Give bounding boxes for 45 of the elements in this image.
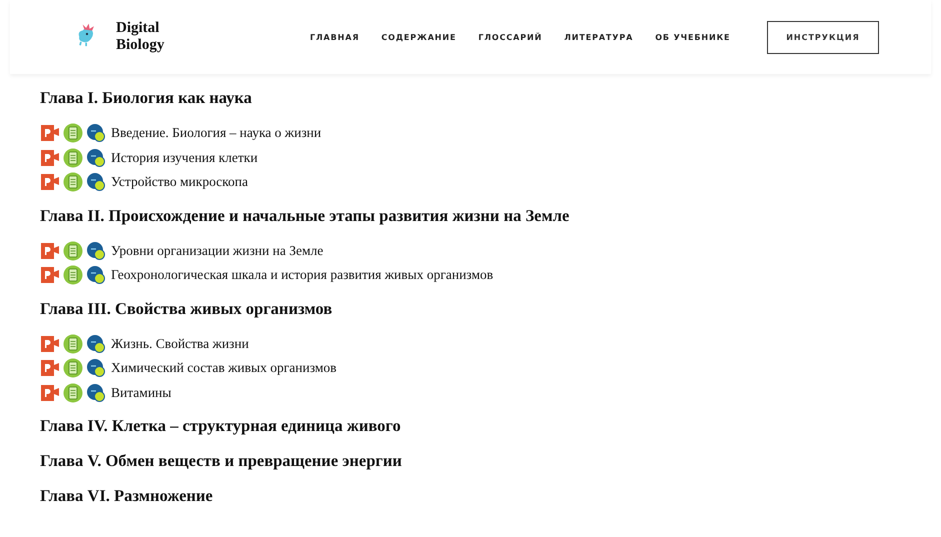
lesson-link[interactable]: История изучения клетки xyxy=(111,150,258,166)
chapter-heading: Глава IV. Клетка – структурная единица живого xyxy=(40,416,402,436)
lesson-link[interactable]: Введение. Биология – наука о жизни xyxy=(111,125,322,142)
lesson-link[interactable]: Геохронологическая шкала и история развития живых организмов xyxy=(111,267,494,284)
chapter-heading: Глава III. Свойства живых организмов xyxy=(40,298,334,318)
clipboard-icon[interactable] xyxy=(63,265,83,286)
site-title[interactable]: Digital Biology xyxy=(116,20,164,54)
chat-icon[interactable] xyxy=(86,148,106,168)
nav-link[interactable]: ГЛАВНАЯ xyxy=(310,32,360,42)
chapter-heading: Глава VI. Размножение xyxy=(40,486,214,506)
lesson-link[interactable]: Жизнь. Свойства жизни xyxy=(111,336,249,352)
nav-link[interactable]: ОБ УЧЕБНИКЕ xyxy=(655,32,730,42)
presentation-icon[interactable] xyxy=(40,334,60,354)
chat-icon[interactable] xyxy=(86,265,106,286)
nav-link[interactable]: ГЛОССАРИЙ xyxy=(478,32,542,42)
clipboard-icon[interactable] xyxy=(63,123,83,144)
clipboard-icon[interactable] xyxy=(63,358,83,378)
chat-icon[interactable] xyxy=(86,240,106,261)
chat-icon[interactable] xyxy=(86,382,106,403)
instruction-button[interactable]: ИНСТРУКЦИЯ xyxy=(767,20,879,54)
presentation-icon[interactable] xyxy=(40,265,60,286)
clipboard-icon[interactable] xyxy=(63,240,83,261)
presentation-icon[interactable] xyxy=(40,148,60,168)
lesson-link[interactable]: Уровни организации жизни на Земле xyxy=(111,242,324,259)
chat-icon[interactable] xyxy=(86,123,106,144)
nav-link[interactable]: ЛИТЕРАТУРА xyxy=(564,32,634,42)
chapter-heading: Глава V. Обмен веществ и превращение энергии xyxy=(40,451,403,471)
lesson-link[interactable]: Витамины xyxy=(111,384,172,401)
chapter-heading: Глава II. Происхождение и начальные этапы развития жизни на Земле xyxy=(40,206,570,226)
presentation-icon[interactable] xyxy=(40,240,60,261)
clipboard-icon[interactable] xyxy=(63,382,83,403)
presentation-icon[interactable] xyxy=(40,123,60,144)
clipboard-icon[interactable] xyxy=(63,334,83,354)
clipboard-icon[interactable] xyxy=(63,148,83,168)
presentation-icon[interactable] xyxy=(40,172,60,192)
presentation-icon[interactable] xyxy=(40,382,60,403)
chat-icon[interactable] xyxy=(86,358,106,378)
chat-icon[interactable] xyxy=(86,334,106,354)
lesson-link[interactable]: Устройство микроскопа xyxy=(111,174,248,190)
clipboard-icon[interactable] xyxy=(63,172,83,192)
lesson-link[interactable]: Химический состав живых организмов xyxy=(111,360,337,376)
nav-link[interactable]: СОДЕРЖАНИЕ xyxy=(381,32,456,42)
chat-icon[interactable] xyxy=(86,172,106,192)
chapter-heading: Глава I. Биология как наука xyxy=(40,88,253,108)
presentation-icon[interactable] xyxy=(40,358,60,378)
